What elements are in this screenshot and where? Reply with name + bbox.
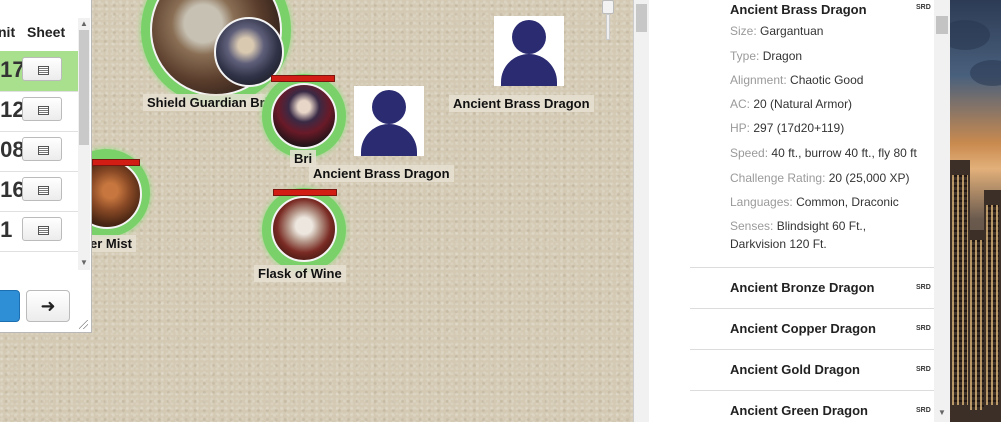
token-label: Ancient Brass Dragon xyxy=(309,165,454,182)
token-ancient-brass-dragon[interactable] xyxy=(354,86,424,156)
attr-type: Type: Dragon xyxy=(730,49,803,63)
hp-bar xyxy=(92,159,140,166)
attr-hp: HP: 297 (17d20+119) xyxy=(730,121,845,135)
token-label: Ancient Brass Dragon xyxy=(449,95,594,112)
initiative-value: .1 xyxy=(0,217,13,242)
cloud-shape xyxy=(970,60,1001,86)
attr-challenge-rating: Challenge Rating: 20 (25,000 XP) xyxy=(730,171,910,185)
srd-badge: SRD xyxy=(916,407,931,414)
scrollbar-thumb[interactable] xyxy=(636,4,647,32)
zoom-slider[interactable] xyxy=(601,0,615,42)
scroll-down-icon[interactable]: ▼ xyxy=(938,408,946,417)
list-item-title: Ancient Green Dragon xyxy=(730,403,868,418)
list-item-title: Ancient Bronze Dragon xyxy=(730,280,875,295)
srd-badge: SRD xyxy=(916,366,931,373)
token-label: er Mist xyxy=(86,235,136,252)
initiative-value: .12 xyxy=(0,97,25,122)
attr-senses-line2: Darkvision 120 Ft. xyxy=(730,237,827,251)
token-label: Shield Guardian Bri xyxy=(143,94,273,111)
entry-title[interactable]: Ancient Brass Dragon xyxy=(730,2,867,17)
list-item-title: Ancient Gold Dragon xyxy=(730,362,860,377)
tracker-row[interactable]: .16 xyxy=(0,171,78,212)
zoom-slider-handle[interactable] xyxy=(602,0,614,14)
arrow-right-icon: ➜ xyxy=(40,296,56,316)
token-bri[interactable] xyxy=(271,83,337,149)
tracker-row[interactable]: .08 xyxy=(0,131,78,172)
list-item[interactable]: Ancient Copper Dragon SRD xyxy=(690,308,934,350)
avatar-head-icon xyxy=(372,90,406,124)
token-ancient-brass-dragon-2[interactable] xyxy=(494,16,564,86)
tracker-row[interactable]: .17 xyxy=(0,51,78,92)
sheet-button[interactable] xyxy=(22,177,62,201)
scroll-up-icon[interactable]: ▲ xyxy=(80,19,88,28)
column-header-sheet: Sheet xyxy=(27,24,66,40)
cloud-shape xyxy=(950,20,990,50)
avatar-body-icon xyxy=(361,124,417,156)
sheet-button[interactable] xyxy=(22,97,62,121)
compendium-panel: Ancient Brass Dragon SRD Size: Gargantua… xyxy=(649,0,950,422)
sheet-button[interactable] xyxy=(22,137,62,161)
desktop-wallpaper xyxy=(950,0,1001,422)
srd-badge: SRD xyxy=(916,4,931,11)
initiative-value: .16 xyxy=(0,177,25,202)
attr-senses: Senses: Blindsight 60 Ft., xyxy=(730,219,867,233)
column-header-init: nit xyxy=(0,24,16,40)
hp-bar xyxy=(271,75,335,82)
building-windows xyxy=(952,175,968,405)
zoom-slider-track xyxy=(606,14,610,40)
sheet-button[interactable] xyxy=(22,217,62,241)
map-scrollbar[interactable] xyxy=(633,0,649,422)
resize-handle-icon[interactable] xyxy=(79,320,88,329)
tracker-scrollbar[interactable]: ▲ ▼ xyxy=(78,18,90,270)
combat-tracker-panel: nit Sheet .17 .12 .08 .16 .1 ▲ ▼ ➜ xyxy=(0,0,92,333)
attr-size: Size: Gargantuan xyxy=(730,24,824,38)
attr-languages: Languages: Common, Draconic xyxy=(730,195,899,209)
avatar-body-icon xyxy=(501,54,557,86)
token-flask-of-wine[interactable] xyxy=(271,196,337,262)
avatar-head-icon xyxy=(512,20,546,54)
hp-bar xyxy=(273,189,337,196)
attr-ac: AC: 20 (Natural Armor) xyxy=(730,97,853,111)
srd-badge: SRD xyxy=(916,325,931,332)
map-canvas[interactable]: Shield Guardian Bri Bri Ancient Brass Dr… xyxy=(0,0,634,422)
scrollbar-thumb[interactable] xyxy=(936,16,948,34)
building-windows xyxy=(970,240,984,410)
list-item[interactable]: Ancient Bronze Dragon SRD xyxy=(690,267,934,309)
initiative-value: .08 xyxy=(0,137,25,162)
tracker-action-button[interactable] xyxy=(0,290,20,322)
list-item-title: Ancient Copper Dragon xyxy=(730,321,876,336)
building-windows xyxy=(986,205,999,405)
tracker-row[interactable]: .1 xyxy=(0,211,78,252)
tracker-row[interactable]: .12 xyxy=(0,91,78,132)
scrollbar-thumb[interactable] xyxy=(79,30,89,145)
attr-speed: Speed: 40 ft., burrow 40 ft., fly 80 ft xyxy=(730,146,917,160)
list-item[interactable]: Ancient Green Dragon SRD xyxy=(690,390,934,422)
srd-badge: SRD xyxy=(916,284,931,291)
token-label: Flask of Wine xyxy=(254,265,346,282)
attr-alignment: Alignment: Chaotic Good xyxy=(730,73,864,87)
next-turn-button[interactable]: ➜ xyxy=(26,290,70,322)
compendium-scrollbar[interactable]: ▼ xyxy=(934,0,950,422)
list-item[interactable]: Ancient Gold Dragon SRD xyxy=(690,349,934,391)
scroll-down-icon[interactable]: ▼ xyxy=(80,258,88,267)
initiative-value: .17 xyxy=(0,57,25,82)
sheet-button[interactable] xyxy=(22,57,62,81)
